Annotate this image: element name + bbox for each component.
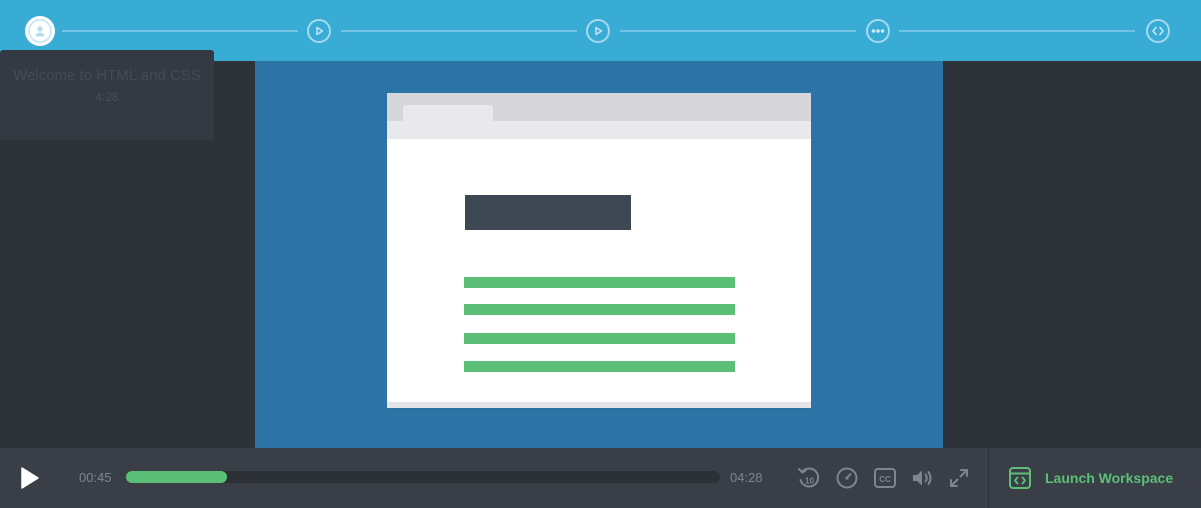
mock-text-line — [464, 361, 735, 372]
mock-heading-block — [465, 195, 631, 230]
mock-text-line — [464, 304, 735, 315]
avatar-icon — [35, 26, 45, 37]
launch-workspace-button[interactable]: Launch Workspace — [1008, 465, 1173, 491]
step-video-2[interactable] — [307, 19, 331, 43]
fullscreen-button[interactable] — [947, 466, 971, 490]
playback-speed-button[interactable] — [834, 465, 860, 491]
browser-tab — [403, 105, 493, 121]
video-frame[interactable] — [255, 61, 943, 448]
track-connector — [620, 30, 856, 32]
track-connector — [62, 30, 298, 32]
quiz-dots-icon — [871, 29, 885, 33]
rewind-label: 10 — [805, 477, 814, 486]
closed-captions-icon: CC — [874, 468, 896, 488]
launch-workspace-label: Launch Workspace — [1045, 470, 1174, 486]
closed-captions-button[interactable]: CC — [872, 465, 898, 491]
cc-label: CC — [879, 475, 891, 484]
browser-illustration — [387, 93, 811, 408]
volume-icon — [913, 470, 932, 486]
mock-text-line — [464, 333, 735, 344]
code-icon — [1152, 26, 1164, 36]
fullscreen-icon — [950, 469, 968, 487]
player-controls: 00:45 04:28 10 CC Launch Workspace — [0, 448, 1201, 508]
tooltip-title: Welcome to HTML and CSS — [13, 67, 201, 84]
step-code-challenge[interactable] — [1146, 19, 1170, 43]
step-tooltip: Welcome to HTML and CSS 4:28 — [0, 50, 214, 140]
play-circle-icon — [595, 26, 603, 36]
controls-divider — [988, 448, 989, 508]
browser-toolbar — [387, 93, 811, 139]
workspace-icon — [1009, 467, 1031, 489]
play-circle-icon — [316, 26, 324, 36]
video-player-page: Welcome to HTML and CSS 4:28 00:45 04:28… — [0, 0, 1201, 508]
duration: 04:28 — [730, 470, 763, 485]
track-connector — [899, 30, 1135, 32]
seek-bar[interactable] — [126, 471, 720, 483]
play-icon — [21, 467, 39, 489]
step-ring — [28, 19, 52, 43]
mock-text-line — [464, 277, 735, 288]
step-video-3[interactable] — [586, 19, 610, 43]
volume-button[interactable] — [909, 465, 937, 491]
track-connector — [341, 30, 577, 32]
play-button[interactable] — [14, 463, 44, 493]
rewind-10-icon: 10 — [798, 467, 820, 488]
browser-bottom-edge — [387, 402, 811, 408]
step-quiz[interactable] — [866, 19, 890, 43]
speed-gauge-icon — [836, 467, 858, 489]
step-current[interactable] — [25, 16, 55, 46]
tooltip-duration: 4:28 — [95, 90, 119, 104]
rewind-10-button[interactable]: 10 — [796, 465, 822, 491]
seek-bar-progress — [126, 471, 227, 483]
current-time: 00:45 — [79, 470, 112, 485]
